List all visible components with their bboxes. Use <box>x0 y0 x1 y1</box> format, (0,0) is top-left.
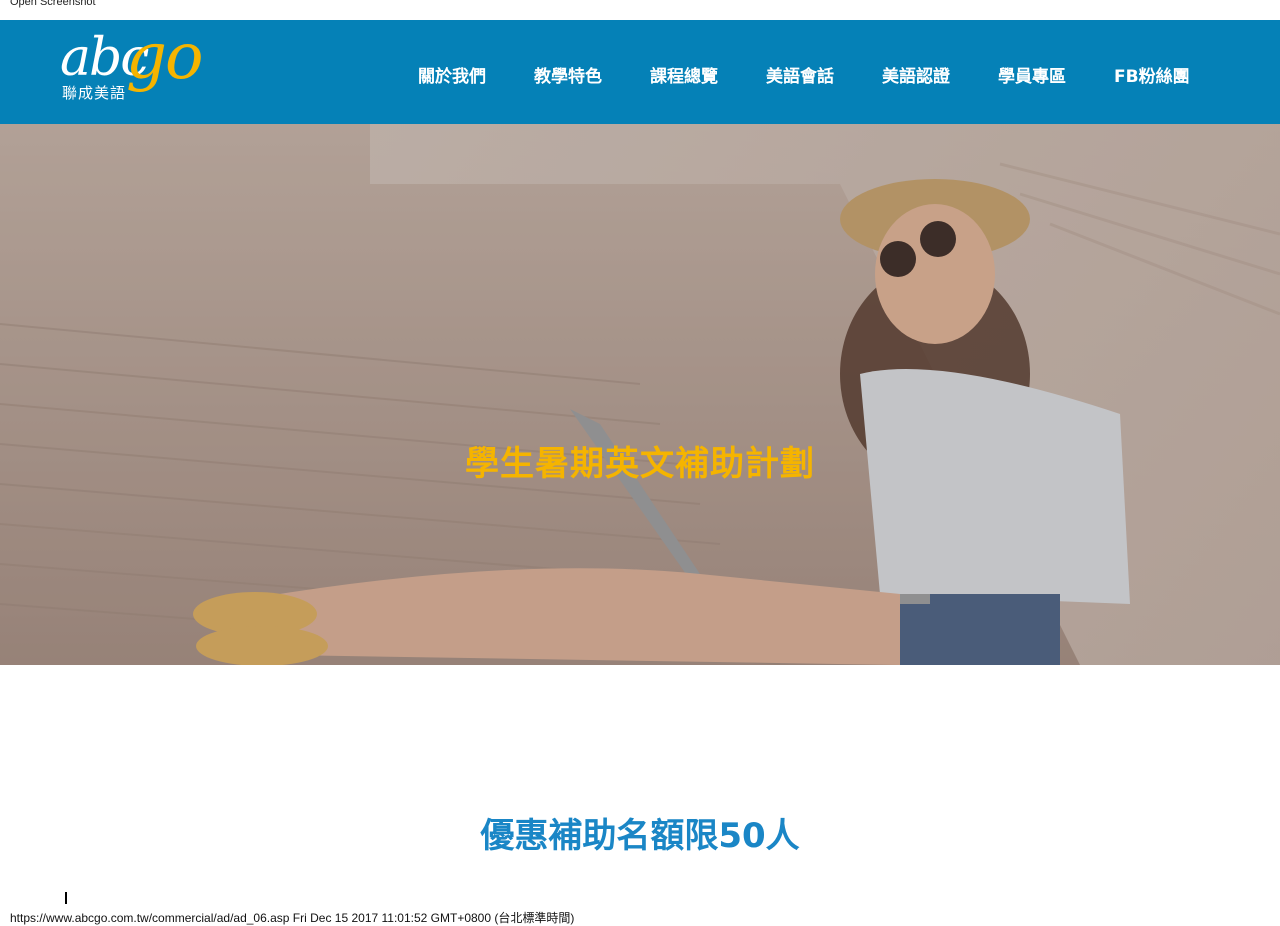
status-bar: https://www.abcgo.com.tw/commercial/ad/a… <box>10 911 575 925</box>
text-cursor <box>65 892 67 904</box>
logo-subtitle: 聯成美語 <box>62 84 127 102</box>
site-logo[interactable]: abc go 聯成美語 <box>60 22 230 123</box>
nav-features[interactable]: 教學特色 <box>534 62 602 87</box>
promo-heading: 優惠補助名額限50人 <box>480 816 800 856</box>
hero-photo-icon <box>0 124 1280 665</box>
site-header: abc go 聯成美語 關於我們 教學特色 課程總覽 美語會話 美語認證 學員專… <box>0 20 1280 124</box>
nav-student-area[interactable]: 學員專區 <box>998 62 1066 87</box>
window-title: Open Screenshot <box>10 0 96 8</box>
main-nav: 關於我們 教學特色 課程總覽 美語會話 美語認證 學員專區 FB粉絲團 <box>418 62 1190 87</box>
hero-title: 學生暑期英文補助計劃 <box>465 444 815 484</box>
nav-fb-fanpage[interactable]: FB粉絲團 <box>1114 62 1190 87</box>
nav-about[interactable]: 關於我們 <box>418 62 486 87</box>
nav-conversation[interactable]: 美語會話 <box>766 62 834 87</box>
nav-certification[interactable]: 美語認證 <box>882 62 950 87</box>
logo-accent-text: go <box>126 20 203 94</box>
hero-banner: 學生暑期英文補助計劃 <box>0 124 1280 665</box>
nav-courses[interactable]: 課程總覽 <box>650 62 718 87</box>
